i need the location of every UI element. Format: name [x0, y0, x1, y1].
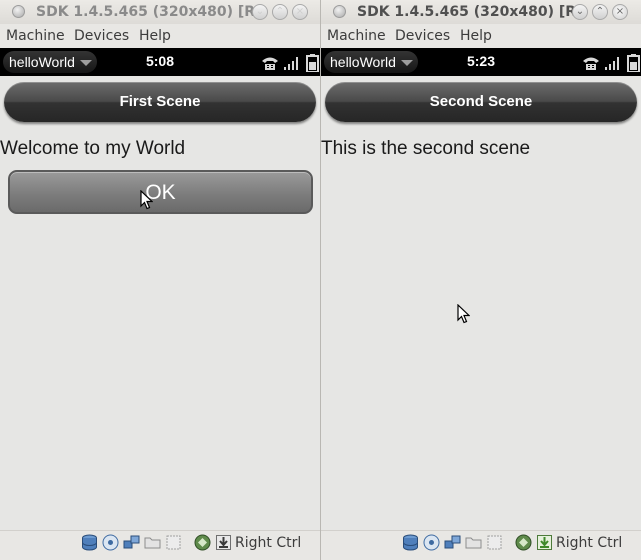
device-status-bar: helloWorld 5:08: [0, 48, 320, 76]
maximize-icon[interactable]: ⌃: [272, 4, 288, 20]
minimize-icon[interactable]: ⌄: [252, 4, 268, 20]
host-key-label: Right Ctrl: [556, 535, 623, 551]
mouse-integration-icon[interactable]: [215, 534, 232, 551]
virtualization-icon: [515, 534, 532, 551]
scene-title: First Scene: [119, 93, 201, 110]
scene-title: Second Scene: [429, 93, 533, 110]
chevron-down-icon: [80, 60, 92, 66]
cd-rom-icon[interactable]: [102, 534, 119, 551]
network-icon[interactable]: [444, 534, 461, 551]
device-screen[interactable]: helloWorld 5:23 Second Scene This is the…: [321, 48, 641, 530]
menu-bar: Machine Devices Help: [321, 24, 641, 48]
app-menu-button[interactable]: helloWorld: [324, 51, 418, 73]
host-status-bar: Right Ctrl: [321, 530, 641, 560]
shared-folders-icon[interactable]: [465, 534, 482, 551]
battery-icon: [627, 54, 640, 72]
cursor-icon: [140, 190, 153, 210]
window-title: SDK 1.4.5.465 (320x480) [Running] - Sun …: [357, 4, 577, 20]
clock: 5:23: [466, 53, 496, 69]
host-key-label: Right Ctrl: [235, 535, 302, 551]
cursor-icon: [457, 304, 470, 324]
second-scene-text: This is the second scene: [321, 138, 531, 159]
host-status-bar: Right Ctrl: [0, 530, 320, 560]
app-name: helloWorld: [330, 54, 396, 70]
usb-icon[interactable]: [165, 534, 182, 551]
network-icon[interactable]: [123, 534, 140, 551]
title-bar[interactable]: SDK 1.4.5.465 (320x480) [Running] - Sun …: [0, 0, 320, 24]
title-bar[interactable]: SDK 1.4.5.465 (320x480) [Running] - Sun …: [321, 0, 641, 24]
minimize-icon[interactable]: ⌄: [572, 4, 588, 20]
welcome-text: Welcome to my World: [0, 138, 186, 159]
scene-header: First Scene: [4, 82, 316, 122]
menu-machine[interactable]: Machine: [6, 27, 65, 45]
device-screen[interactable]: helloWorld 5:08 First Scene Welcome to m…: [0, 48, 320, 530]
ok-button[interactable]: OK: [8, 170, 313, 214]
usb-icon[interactable]: [486, 534, 503, 551]
signal-strength-icon: [284, 57, 298, 70]
menu-devices[interactable]: Devices: [74, 27, 129, 45]
hard-disk-icon[interactable]: [402, 534, 419, 551]
menu-devices[interactable]: Devices: [395, 27, 450, 45]
hard-disk-icon[interactable]: [81, 534, 98, 551]
vm-window-first: SDK 1.4.5.465 (320x480) [Running] - Sun …: [0, 0, 320, 560]
vm-window-second: SDK 1.4.5.465 (320x480) [Running] - Sun …: [321, 0, 641, 560]
phone-icon: [583, 57, 599, 70]
menu-bar: Machine Devices Help: [0, 24, 320, 48]
clock: 5:08: [145, 53, 175, 69]
window-menu-icon[interactable]: [333, 5, 346, 18]
phone-icon: [262, 57, 278, 70]
app-menu-button[interactable]: helloWorld: [3, 51, 97, 73]
menu-help[interactable]: Help: [139, 27, 171, 45]
ok-button-label: OK: [145, 181, 176, 204]
menu-help[interactable]: Help: [460, 27, 492, 45]
close-icon[interactable]: ×: [612, 4, 628, 20]
menu-machine[interactable]: Machine: [327, 27, 386, 45]
app-name: helloWorld: [9, 54, 75, 70]
mouse-integration-icon[interactable]: [536, 534, 553, 551]
close-icon[interactable]: ×: [292, 4, 308, 20]
device-status-bar: helloWorld 5:23: [321, 48, 641, 76]
maximize-icon[interactable]: ⌃: [592, 4, 608, 20]
scene-header: Second Scene: [325, 82, 637, 122]
signal-strength-icon: [605, 57, 619, 70]
virtualization-icon: [194, 534, 211, 551]
battery-icon: [306, 54, 319, 72]
window-menu-icon[interactable]: [12, 5, 25, 18]
window-title: SDK 1.4.5.465 (320x480) [Running] - Sun …: [36, 4, 256, 20]
cd-rom-icon[interactable]: [423, 534, 440, 551]
chevron-down-icon: [401, 60, 413, 66]
shared-folders-icon[interactable]: [144, 534, 161, 551]
